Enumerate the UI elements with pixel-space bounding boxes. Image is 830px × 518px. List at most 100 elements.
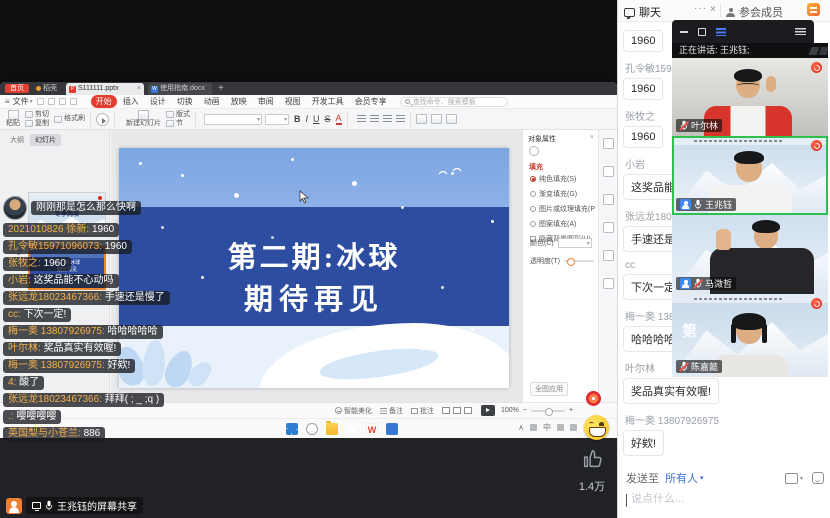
play-slideshow-button[interactable] xyxy=(96,113,109,126)
system-tray[interactable]: ∧ 中 xyxy=(518,422,577,433)
align-justify-icon[interactable] xyxy=(396,115,405,123)
bold-button[interactable]: B xyxy=(294,114,301,124)
tray-icon[interactable] xyxy=(570,424,577,431)
apply-all-button[interactable]: 全图应用 xyxy=(530,382,568,396)
strikethrough-button[interactable]: S xyxy=(325,114,331,124)
emoji-icon[interactable] xyxy=(812,472,824,484)
pane-tab-icon[interactable] xyxy=(603,138,614,149)
participant-video[interactable]: 马溦哲 xyxy=(672,215,828,294)
radio-icon[interactable] xyxy=(530,176,536,182)
quick-access-icon[interactable] xyxy=(59,98,66,105)
ribbon-tab-3[interactable]: 设计 xyxy=(145,95,171,108)
notes-button[interactable]: 备注 xyxy=(380,406,403,416)
wps-taskbar-icon[interactable]: W xyxy=(366,423,378,435)
pane-tab-icon[interactable] xyxy=(603,278,614,289)
section-button[interactable]: 节 xyxy=(166,120,190,128)
normal-view-icon[interactable] xyxy=(442,407,450,414)
fill-section-header[interactable]: 填充 xyxy=(529,162,543,172)
quick-access-icon[interactable] xyxy=(37,98,44,105)
pane-tab-icon[interactable] xyxy=(603,222,614,233)
align-center-icon[interactable] xyxy=(370,115,379,123)
input-method-indicator[interactable]: 中 xyxy=(543,422,551,433)
collapse-panel-icon[interactable] xyxy=(795,28,806,35)
taskbar-search-icon[interactable] xyxy=(306,423,318,435)
new-tab-button[interactable]: + xyxy=(218,82,224,95)
pane-tab-icon[interactable] xyxy=(603,250,614,261)
outline-tab[interactable]: 大纲 xyxy=(10,135,24,145)
align-left-icon[interactable] xyxy=(357,115,366,123)
copy-button[interactable]: 复制 xyxy=(25,120,49,128)
start-button[interactable] xyxy=(286,423,298,435)
file-explorer-icon[interactable] xyxy=(326,423,338,435)
zoom-slider[interactable] xyxy=(531,410,565,412)
wps-docer-tab[interactable]: 稻壳 xyxy=(36,84,57,93)
chat-input[interactable] xyxy=(629,492,809,506)
transparency-slider[interactable] xyxy=(564,260,594,262)
ribbon-tab-1[interactable]: 开始 xyxy=(91,95,117,108)
format-painter-button[interactable]: 格式刷 xyxy=(54,115,85,123)
smart-beautify-button[interactable]: 智能美化 xyxy=(335,406,372,416)
file-menu[interactable]: 文件 xyxy=(13,96,29,107)
toolbar-extra-icon[interactable] xyxy=(431,114,442,124)
ribbon-tab-4[interactable]: 切换 xyxy=(172,95,198,108)
fill-option[interactable]: 纯色填充(S) xyxy=(530,174,595,184)
zoom-in-button[interactable]: + xyxy=(569,407,573,414)
participant-video[interactable]: 第陈嘉懿 xyxy=(672,294,828,377)
ribbon-tab-10[interactable]: 会员专享 xyxy=(350,95,392,108)
tray-icon[interactable] xyxy=(557,424,564,431)
hamburger-icon[interactable]: ≡ xyxy=(5,97,10,106)
color-select[interactable] xyxy=(558,238,592,248)
ribbon-search-box[interactable]: 查找命令、搜索模板 xyxy=(400,97,508,107)
likes-widget[interactable]: 1.4万 xyxy=(566,448,618,494)
quick-access-icon[interactable] xyxy=(48,98,55,105)
radio-icon[interactable] xyxy=(530,221,536,227)
radio-icon[interactable] xyxy=(530,191,536,197)
new-slide-button[interactable]: 新建幻灯片 xyxy=(126,110,161,128)
font-family-select[interactable] xyxy=(204,114,262,125)
layout-button[interactable]: 版式 xyxy=(166,111,190,119)
maximize-icon[interactable] xyxy=(698,28,706,36)
tray-expand-icon[interactable]: ∧ xyxy=(518,423,524,432)
app-icon[interactable] xyxy=(386,423,398,435)
list-layout-icon[interactable] xyxy=(716,28,726,36)
paste-button[interactable]: 粘贴 xyxy=(6,110,20,128)
slideshow-button[interactable] xyxy=(481,405,495,416)
fill-option[interactable]: 图案填充(A) xyxy=(530,219,595,229)
switch-layout-icon[interactable] xyxy=(807,3,820,16)
ribbon-tab-7[interactable]: 审阅 xyxy=(253,95,279,108)
close-chat-icon[interactable]: × xyxy=(710,4,716,15)
minimize-icon[interactable] xyxy=(680,31,688,33)
italic-button[interactable]: I xyxy=(306,114,309,124)
underline-button[interactable]: U xyxy=(313,114,320,124)
chat-menu-icon[interactable]: ··· xyxy=(694,3,707,14)
cut-button[interactable]: 剪切 xyxy=(25,111,49,119)
ribbon-tab-8[interactable]: 视图 xyxy=(280,95,306,108)
pane-tab-icon[interactable] xyxy=(603,194,614,205)
participant-video[interactable]: 叶尔林 xyxy=(672,58,828,136)
tray-icon[interactable] xyxy=(530,424,537,431)
font-color-button[interactable]: A xyxy=(336,114,342,125)
tab-members[interactable]: 参会成员 xyxy=(726,4,783,20)
close-tab-icon[interactable]: × xyxy=(137,83,141,95)
participant-video[interactable]: 王兆钰 xyxy=(672,136,828,215)
toolbar-extra-icon[interactable] xyxy=(446,114,457,124)
screenshot-icon[interactable] xyxy=(785,473,798,484)
comments-button[interactable]: 批注 xyxy=(411,406,434,416)
radio-icon[interactable] xyxy=(530,206,536,212)
zoom-out-button[interactable]: − xyxy=(523,407,527,414)
ribbon-tab-5[interactable]: 动画 xyxy=(199,95,225,108)
fill-option[interactable]: 渐变填充(G) xyxy=(530,189,595,199)
tab-chat[interactable]: 聊天 xyxy=(624,4,661,20)
slides-tab[interactable]: 幻灯片 xyxy=(30,134,61,146)
align-right-icon[interactable] xyxy=(383,115,392,123)
quick-access-icon[interactable] xyxy=(70,98,77,105)
beautify-fireworks-icon[interactable] xyxy=(586,391,601,406)
pane-tab-icon[interactable] xyxy=(603,166,614,177)
thumbs-up-icon[interactable] xyxy=(581,448,603,470)
sorter-view-icon[interactable] xyxy=(453,407,461,414)
ribbon-tab-2[interactable]: 插入 xyxy=(118,95,144,108)
reading-view-icon[interactable] xyxy=(464,407,472,414)
document-tab-2[interactable]: W 使用指南.docx xyxy=(148,83,212,95)
ribbon-tab-6[interactable]: 放映 xyxy=(226,95,252,108)
wps-home-tab[interactable]: 首页 xyxy=(5,84,29,93)
